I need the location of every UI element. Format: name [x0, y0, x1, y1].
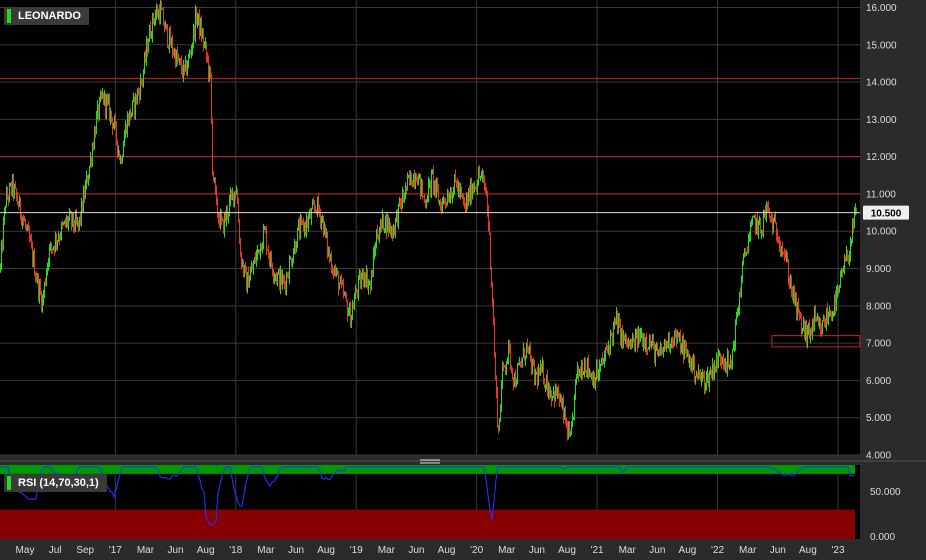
x-tick-label: '22: [711, 545, 724, 556]
chart-window: 4.000 5.000 6.000 7.000 8.000 9.000 10.000 11.0…: [0, 0, 926, 560]
x-tick-label: Jun: [167, 545, 183, 556]
x-tick-label: Jun: [529, 545, 545, 556]
x-tick-label: May: [16, 545, 35, 556]
x-tick-label: Aug: [317, 545, 335, 556]
x-tick-label: '19: [350, 545, 363, 556]
price-tick-label: 11.000: [866, 189, 896, 200]
price-panel-title: LEONARDO: [4, 7, 89, 25]
last-price-tag-text: 10.500: [871, 209, 902, 220]
last-price-tag: 10.500: [863, 205, 909, 220]
x-tick-label: Aug: [197, 545, 215, 556]
x-tick-label: '18: [229, 545, 242, 556]
x-tick-label: Mar: [619, 545, 637, 556]
x-tick-label: Jul: [49, 545, 62, 556]
x-tick-label: '23: [831, 545, 844, 556]
price-tick-label: 10.000: [866, 227, 897, 238]
rsi-panel-title: RSI (14,70,30,1): [4, 474, 107, 492]
x-tick-label: Aug: [558, 545, 576, 556]
price-tick-label: 7.000: [866, 339, 891, 350]
price-tick-label: 8.000: [866, 301, 891, 312]
x-tick-label: Jun: [288, 545, 304, 556]
price-panel[interactable]: [0, 0, 860, 455]
price-tick-label: 5.000: [866, 413, 891, 424]
price-tick-label: 15.000: [866, 40, 897, 51]
price-tick-label: 4.000: [866, 451, 891, 462]
price-tick-label: 16.000: [866, 3, 897, 14]
rsi-oversold-zone: [0, 509, 855, 539]
x-tick-label: Mar: [498, 545, 516, 556]
price-tick-label: 13.000: [866, 115, 897, 126]
x-tick-label: Jun: [770, 545, 786, 556]
x-tick-label: Jun: [649, 545, 665, 556]
x-tick-label: '17: [109, 545, 122, 556]
x-tick-label: Mar: [137, 545, 155, 556]
price-tick-label: 6.000: [866, 376, 891, 387]
price-tick-label: 12.000: [866, 152, 897, 163]
x-tick-label: Aug: [438, 545, 456, 556]
chart-canvas[interactable]: 4.000 5.000 6.000 7.000 8.000 9.000 10.000 11.0…: [0, 0, 926, 560]
x-tick-label: Aug: [799, 545, 817, 556]
x-tick-label: Mar: [257, 545, 275, 556]
x-tick-label: Sep: [76, 545, 94, 556]
x-tick-label: Jun: [408, 545, 424, 556]
rsi-tick-label: 50.000: [870, 487, 901, 498]
x-tick-label: '20: [470, 545, 483, 556]
x-tick-label: Aug: [679, 545, 697, 556]
price-tick-label: 14.000: [866, 78, 897, 89]
x-tick-label: '21: [591, 545, 604, 556]
rsi-tick-label: 0.000: [870, 532, 895, 543]
x-tick-label: Mar: [739, 545, 757, 556]
price-tick-label: 9.000: [866, 264, 891, 275]
x-tick-label: Mar: [378, 545, 396, 556]
